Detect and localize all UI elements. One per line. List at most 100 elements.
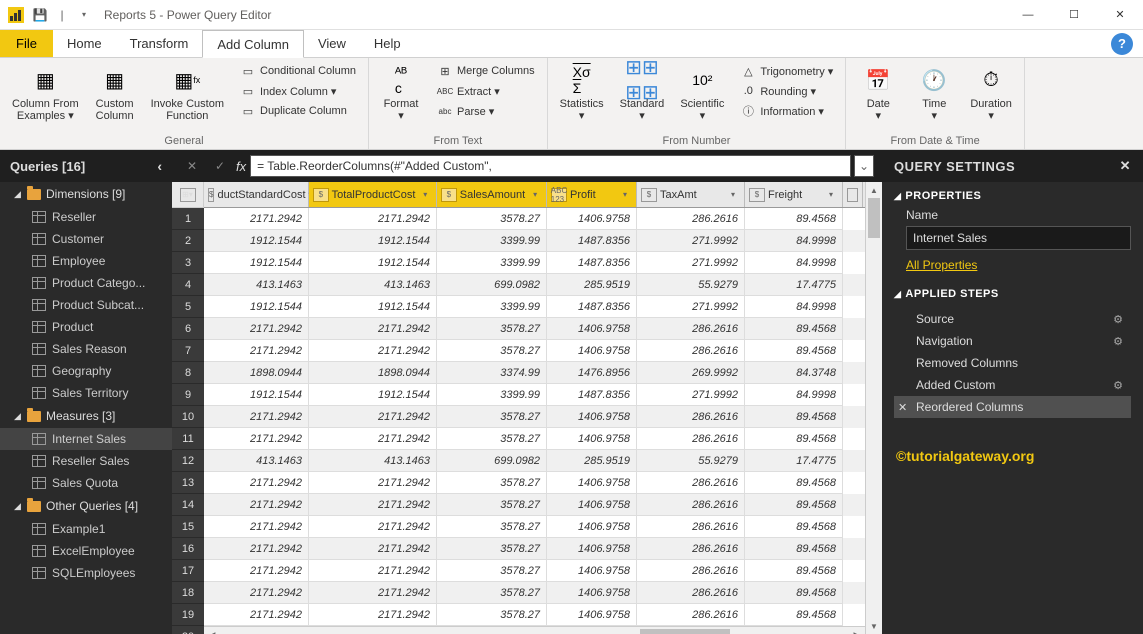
query-item[interactable]: Product Catego... — [0, 272, 172, 294]
cell[interactable]: 1898.0944 — [204, 362, 309, 384]
format-button[interactable]: ᴬᴮᴄFormat ▾ — [377, 62, 425, 124]
applied-step[interactable]: ✕Reordered Columns — [894, 396, 1131, 418]
cell[interactable]: 413.1463 — [309, 274, 437, 296]
gear-icon[interactable]: ⚙ — [1113, 335, 1123, 348]
cell[interactable]: 84.9998 — [745, 384, 843, 406]
cell[interactable]: 1406.9758 — [547, 472, 637, 494]
standard-button[interactable]: ⊞⊞⊞⊞Standard ▾ — [616, 62, 669, 124]
cell[interactable]: 2171.2942 — [309, 406, 437, 428]
cell[interactable]: 699.0982 — [437, 450, 547, 472]
cell[interactable]: 89.4568 — [745, 516, 843, 538]
row-header[interactable]: 1 — [172, 208, 204, 230]
collapse-icon[interactable]: ‹ — [157, 158, 162, 174]
cell[interactable]: 1487.8356 — [547, 252, 637, 274]
fx-icon[interactable]: fx — [236, 159, 246, 174]
cell[interactable]: 1406.9758 — [547, 604, 637, 626]
filter-icon[interactable]: ▾ — [618, 188, 632, 202]
cell[interactable]: 1406.9758 — [547, 208, 637, 230]
cell[interactable]: 2171.2942 — [204, 582, 309, 604]
extract-button[interactable]: ABCExtract ▾ — [433, 82, 539, 100]
scientific-button[interactable]: 10²Scientific ▾ — [676, 62, 728, 124]
row-header[interactable]: 7 — [172, 340, 204, 362]
cell[interactable]: 1912.1544 — [309, 296, 437, 318]
type-icon[interactable] — [847, 188, 858, 202]
type-icon[interactable]: $ — [208, 188, 214, 202]
cell[interactable]: 3578.27 — [437, 472, 547, 494]
cell[interactable]: 1898.0944 — [309, 362, 437, 384]
cell[interactable]: 1406.9758 — [547, 560, 637, 582]
cell[interactable]: 271.9992 — [637, 296, 745, 318]
query-item[interactable]: Sales Reason — [0, 338, 172, 360]
help-icon[interactable]: ? — [1111, 33, 1133, 55]
cell[interactable]: 55.9279 — [637, 450, 745, 472]
cell[interactable]: 1912.1544 — [204, 252, 309, 274]
query-item[interactable]: Sales Territory — [0, 382, 172, 404]
column-from-examples-button[interactable]: ▦Column From Examples ▾ — [8, 62, 83, 124]
delete-step-icon[interactable]: ✕ — [898, 401, 907, 414]
menu-home[interactable]: Home — [53, 30, 116, 57]
column-header[interactable]: $ductStandardCost▾ — [204, 182, 309, 207]
cell[interactable]: 1912.1544 — [309, 252, 437, 274]
cell[interactable]: 286.2616 — [637, 406, 745, 428]
commit-formula-icon[interactable]: ✓ — [208, 155, 232, 177]
applied-step[interactable]: Source⚙ — [894, 308, 1131, 330]
cell[interactable]: 271.9992 — [637, 384, 745, 406]
close-button[interactable]: ✕ — [1097, 0, 1143, 30]
query-item[interactable]: Reseller — [0, 206, 172, 228]
row-header[interactable]: 19 — [172, 604, 204, 626]
cell[interactable]: 2171.2942 — [204, 560, 309, 582]
cell[interactable]: 3578.27 — [437, 406, 547, 428]
expand-formula-icon[interactable]: ⌄ — [854, 155, 874, 177]
cell[interactable]: 286.2616 — [637, 604, 745, 626]
cell[interactable]: 2171.2942 — [204, 406, 309, 428]
applied-steps-section[interactable]: ◢APPLIED STEPS — [894, 288, 1131, 300]
formula-input[interactable] — [250, 155, 851, 177]
row-header[interactable]: 20 — [172, 626, 204, 634]
cell[interactable]: 286.2616 — [637, 472, 745, 494]
cell[interactable]: 2171.2942 — [309, 318, 437, 340]
gear-icon[interactable]: ⚙ — [1113, 379, 1123, 392]
applied-step[interactable]: Added Custom⚙ — [894, 374, 1131, 396]
type-icon[interactable]: ABC123 — [551, 188, 567, 202]
type-icon[interactable]: $ — [641, 188, 657, 202]
minimize-button[interactable]: — — [1005, 0, 1051, 30]
cell[interactable]: 2171.2942 — [309, 340, 437, 362]
cell[interactable]: 89.4568 — [745, 472, 843, 494]
cell[interactable]: 3578.27 — [437, 516, 547, 538]
gear-icon[interactable]: ⚙ — [1113, 313, 1123, 326]
column-header[interactable]: $TotalProductCost▾ — [309, 182, 437, 207]
row-header[interactable]: 13 — [172, 472, 204, 494]
cell[interactable]: 2171.2942 — [204, 428, 309, 450]
cell[interactable]: 1406.9758 — [547, 494, 637, 516]
cell[interactable]: 89.4568 — [745, 406, 843, 428]
row-header[interactable]: 11 — [172, 428, 204, 450]
cell[interactable]: 2171.2942 — [204, 604, 309, 626]
information-button[interactable]: ⓘInformation ▾ — [736, 102, 837, 120]
type-icon[interactable]: $ — [313, 188, 329, 202]
cell[interactable]: 17.4775 — [745, 450, 843, 472]
cell[interactable]: 1912.1544 — [204, 230, 309, 252]
query-item[interactable]: Example1 — [0, 518, 172, 540]
cell[interactable]: 84.3748 — [745, 362, 843, 384]
row-header[interactable]: 18 — [172, 582, 204, 604]
cell[interactable]: 2171.2942 — [204, 472, 309, 494]
row-header[interactable]: 12 — [172, 450, 204, 472]
cell[interactable]: 89.4568 — [745, 340, 843, 362]
cell[interactable]: 2171.2942 — [309, 604, 437, 626]
cell[interactable]: 1476.8956 — [547, 362, 637, 384]
select-all-corner[interactable]: ⊞▾ — [172, 182, 204, 208]
query-group[interactable]: ◢Other Queries [4] — [0, 494, 172, 518]
cell[interactable]: 2171.2942 — [309, 208, 437, 230]
cell[interactable]: 1487.8356 — [547, 384, 637, 406]
close-settings-icon[interactable]: ✕ — [1120, 158, 1131, 174]
cell[interactable]: 17.4775 — [745, 274, 843, 296]
cell[interactable]: 89.4568 — [745, 582, 843, 604]
cell[interactable]: 3374.99 — [437, 362, 547, 384]
row-header[interactable]: 3 — [172, 252, 204, 274]
cell[interactable]: 1406.9758 — [547, 318, 637, 340]
column-header[interactable]: $Freight▾ — [745, 182, 843, 207]
cell[interactable]: 271.9992 — [637, 230, 745, 252]
cell[interactable]: 2171.2942 — [309, 516, 437, 538]
cell[interactable]: 286.2616 — [637, 318, 745, 340]
cell[interactable]: 286.2616 — [637, 516, 745, 538]
